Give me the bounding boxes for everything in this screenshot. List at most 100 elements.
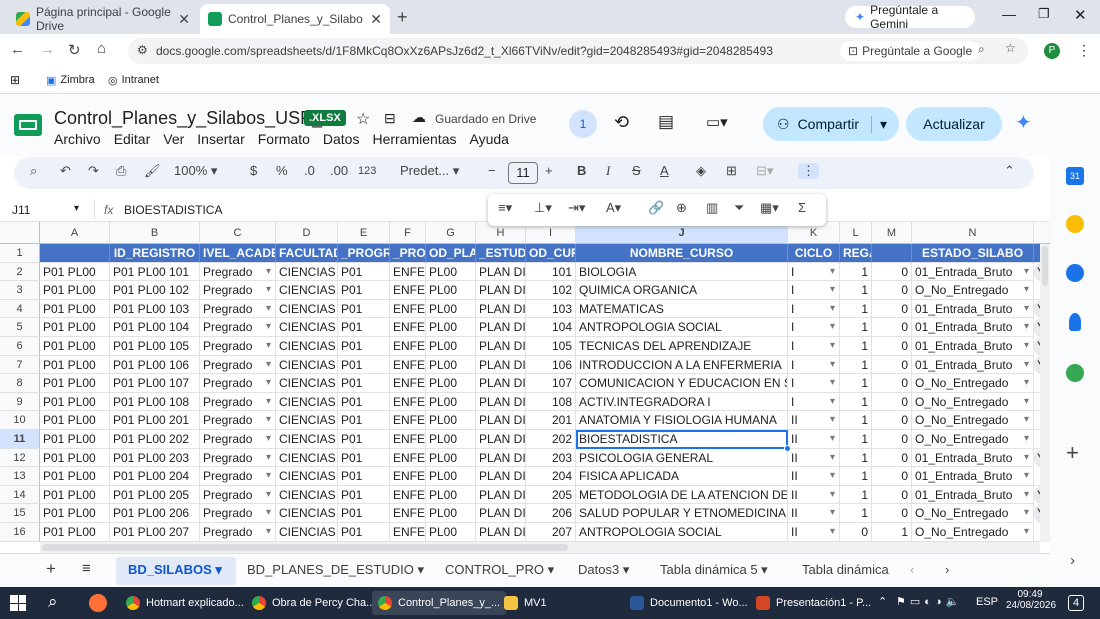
move-folder-icon[interactable]: ⊟ <box>384 110 396 127</box>
table-cell[interactable]: P01 PL00 <box>40 467 110 486</box>
table-cell[interactable]: 104 <box>526 318 576 337</box>
column-header[interactable]: M <box>872 222 912 244</box>
table-cell[interactable]: 0 <box>872 281 912 300</box>
table-cell[interactable]: 101 <box>526 262 576 282</box>
table-cell[interactable]: P01 PL00 205 <box>110 485 200 505</box>
home-icon[interactable]: ⌂ <box>97 40 106 57</box>
currency-button[interactable]: $ <box>250 163 257 178</box>
table-cell[interactable]: CIENCIAS D <box>276 448 338 468</box>
table-cell[interactable]: 105 <box>526 337 576 356</box>
table-cell[interactable]: Pregrado <box>200 485 276 505</box>
table-cell[interactable]: II <box>788 430 840 449</box>
star-icon[interactable]: ☆ <box>356 109 370 129</box>
table-cell[interactable]: 0 <box>872 318 912 337</box>
font-select[interactable]: Predet... ▾ <box>400 163 459 179</box>
align-left-icon[interactable]: ≡▾ <box>498 200 512 216</box>
column-header[interactable]: A <box>40 222 110 244</box>
url-field[interactable]: ⚙ docs.google.com/spreadsheets/d/1F8MkCq… <box>128 38 1028 64</box>
table-cell[interactable]: PLAN DI <box>476 467 526 486</box>
table-cell[interactable]: P01 <box>338 392 390 412</box>
table-cell[interactable]: P01 <box>338 411 390 430</box>
table-cell[interactable]: PLAN DI <box>476 485 526 505</box>
table-cell[interactable]: Pregrado <box>200 262 276 282</box>
horizontal-scrollbar[interactable] <box>40 542 1040 553</box>
menu-formato[interactable]: Formato <box>258 131 310 147</box>
table-cell[interactable]: PL00 <box>426 281 476 300</box>
table-cell[interactable]: 1 <box>840 281 872 300</box>
reload-icon[interactable]: ↻ <box>68 41 81 59</box>
table-cell[interactable]: P01 PL00 108 <box>110 392 200 412</box>
table-cell[interactable]: CIENCIAS D <box>276 337 338 356</box>
row-header[interactable]: 6 <box>0 337 40 356</box>
table-cell[interactable]: O_No_Entregado <box>912 411 1034 430</box>
table-cell[interactable]: 205 <box>526 485 576 505</box>
table-cell[interactable]: P01 <box>338 504 390 523</box>
menu-herramientas[interactable]: Herramientas <box>372 131 456 147</box>
increase-decimal-button[interactable]: .00 <box>330 163 348 178</box>
table-cell[interactable]: 0 <box>872 467 912 486</box>
table-cell[interactable]: ENFEF <box>390 504 426 523</box>
table-cell[interactable]: Pregrado <box>200 281 276 300</box>
table-cell[interactable]: CIENCIAS D <box>276 281 338 300</box>
table-cell[interactable]: Pregrado <box>200 374 276 393</box>
table-cell[interactable]: I <box>788 337 840 356</box>
header-cell[interactable] <box>872 244 912 263</box>
search-icon[interactable]: ⌕ <box>48 592 58 612</box>
table-cell[interactable]: PL00 <box>426 374 476 393</box>
table-cell[interactable]: Pregrado <box>200 392 276 412</box>
taskbar-item-chrome-1[interactable]: Hotmart explicado... <box>126 591 244 615</box>
windows-start-icon[interactable] <box>10 595 26 611</box>
table-cell[interactable]: 1 <box>840 392 872 412</box>
row-header[interactable]: 8 <box>0 374 40 393</box>
collapse-toolbar-icon[interactable]: ⌃ <box>1004 163 1015 179</box>
table-cell[interactable]: 108 <box>526 392 576 412</box>
menu-ver[interactable]: Ver <box>163 131 184 147</box>
table-cell[interactable]: 103 <box>526 299 576 319</box>
table-cell[interactable]: PLAN DI <box>476 281 526 300</box>
table-cell[interactable]: ENFEF <box>390 262 426 282</box>
table-cell[interactable]: I <box>788 262 840 282</box>
site-info-icon[interactable]: ⚙ <box>137 43 148 57</box>
table-cell[interactable]: I <box>788 355 840 375</box>
header-cell[interactable]: NOMBRE_CURSO <box>576 244 788 263</box>
table-cell[interactable]: 0 <box>872 337 912 356</box>
update-button[interactable]: Actualizar <box>906 107 1002 141</box>
column-header[interactable]: F <box>390 222 426 244</box>
fill-color-icon[interactable]: ◈ <box>696 163 706 179</box>
row-header[interactable]: 12 <box>0 448 40 468</box>
column-header[interactable]: D <box>276 222 338 244</box>
apps-grid-icon[interactable]: ⊞ <box>10 73 20 87</box>
more-options-icon[interactable]: ⋮ <box>798 163 819 179</box>
close-icon[interactable]: ✕ <box>178 11 190 28</box>
table-cell[interactable]: INTRODUCCION A LA ENFERMERIA <box>576 355 788 375</box>
header-cell[interactable]: _PRO <box>390 244 426 263</box>
row-header[interactable]: 9 <box>0 392 40 412</box>
header-cell[interactable] <box>40 244 110 263</box>
table-cell[interactable]: CIENCIAS D <box>276 430 338 449</box>
column-header[interactable]: E <box>338 222 390 244</box>
table-cell[interactable]: P01 PL00 105 <box>110 337 200 356</box>
column-header[interactable]: L <box>840 222 872 244</box>
table-cell[interactable]: P01 PL00 106 <box>110 355 200 375</box>
column-header[interactable] <box>1034 222 1050 244</box>
column-header[interactable]: C <box>200 222 276 244</box>
table-cell[interactable]: 0 <box>872 448 912 468</box>
table-cell[interactable]: I <box>788 299 840 319</box>
strikethrough-icon[interactable]: S <box>632 163 641 178</box>
print-icon[interactable]: ⎙ <box>116 163 126 179</box>
profile-avatar[interactable]: P <box>1044 43 1060 59</box>
table-cell[interactable]: 1 <box>840 337 872 356</box>
table-cell[interactable]: ENFEF <box>390 337 426 356</box>
table-cell[interactable]: 0 <box>872 392 912 412</box>
table-cell[interactable]: PLAN DI <box>476 523 526 542</box>
table-cell[interactable]: ENFEF <box>390 430 426 449</box>
ask-google-button[interactable]: ⊡ Pregúntale a Google <box>840 41 981 61</box>
table-cell[interactable]: 1 <box>840 262 872 282</box>
table-cell[interactable]: P01 <box>338 318 390 337</box>
table-cell[interactable]: PL00 <box>426 337 476 356</box>
table-cell[interactable]: CIENCIAS D <box>276 374 338 393</box>
table-cell[interactable]: QUIMICA ORGANICA <box>576 281 788 300</box>
menu-datos[interactable]: Datos <box>323 131 360 147</box>
table-cell[interactable]: 1 <box>840 467 872 486</box>
menu-ayuda[interactable]: Ayuda <box>469 131 508 147</box>
